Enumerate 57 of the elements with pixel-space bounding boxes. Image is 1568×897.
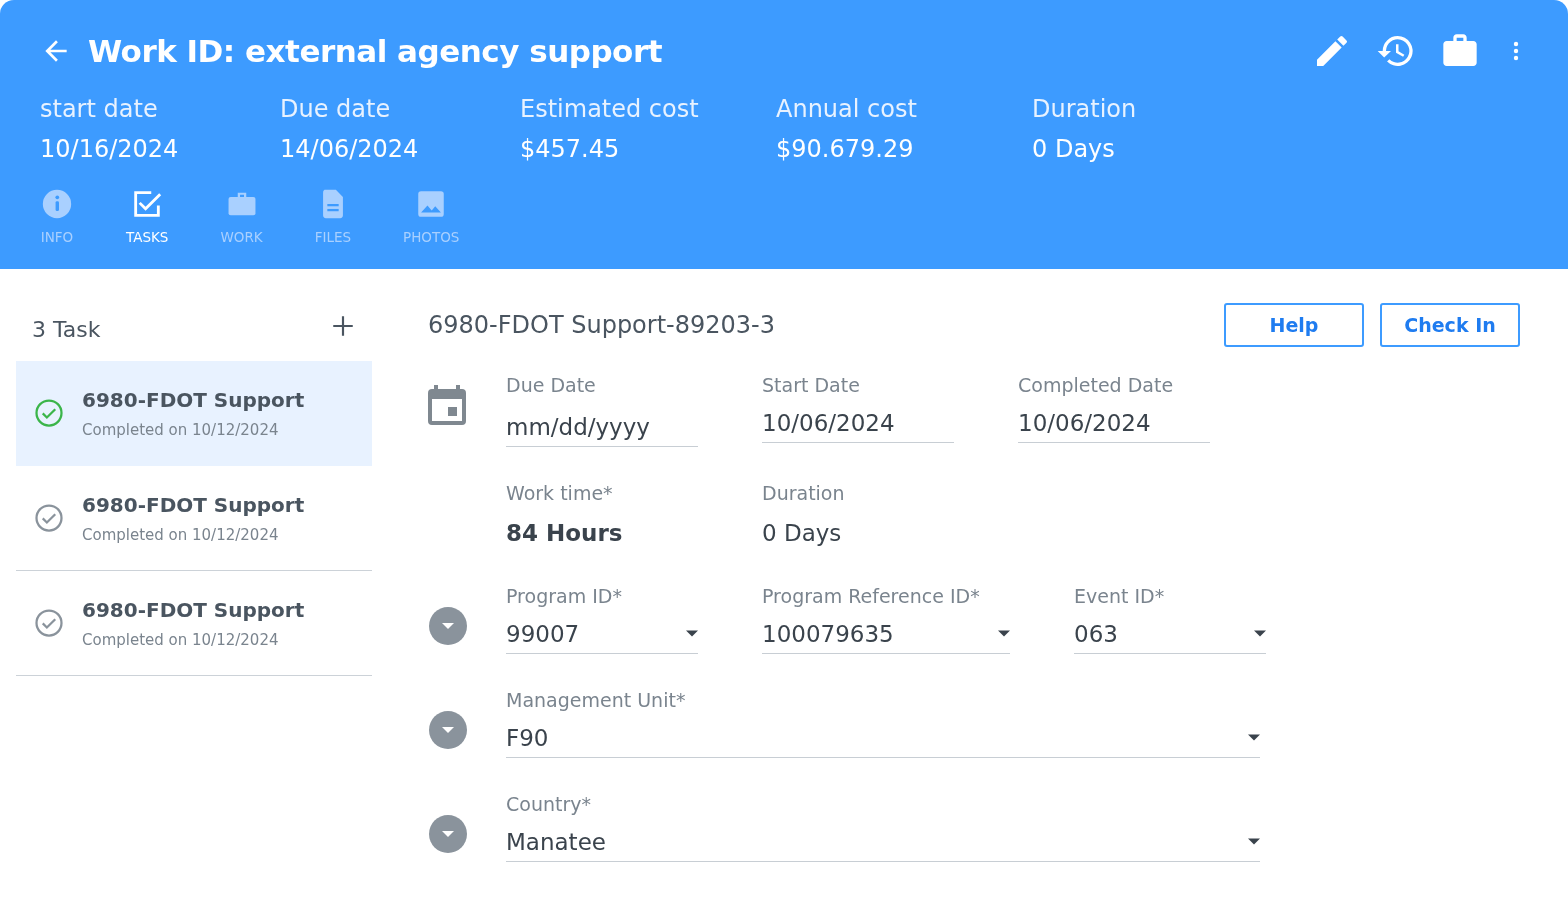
field-label: Due Date: [506, 373, 597, 398]
task-title: 6980-FDOT Support-89203-3: [428, 310, 775, 341]
select-field[interactable]: 063: [1074, 614, 1266, 654]
outline-button[interactable]: Check In: [1380, 303, 1520, 347]
stat-value: 0 Days: [1032, 133, 1116, 165]
dropdown-caret-icon: [686, 630, 698, 638]
field-label: Management Unit*: [506, 688, 687, 713]
field-label: Event ID*: [1074, 584, 1166, 609]
stat-label: Annual cost: [776, 93, 918, 125]
stat-value: $90.679.29: [776, 133, 915, 165]
task-name: 6980-FDOT Support: [82, 491, 305, 519]
date-field[interactable]: 10/06/2024: [1018, 403, 1210, 443]
stat-label: Estimated cost: [520, 93, 700, 125]
dropdown-caret-icon: [998, 630, 1010, 638]
task-subtitle: Completed on 10/12/2024: [82, 419, 280, 441]
select-field[interactable]: F90: [506, 718, 1260, 758]
stat-label: start date: [40, 93, 159, 125]
select-field[interactable]: Manatee: [506, 822, 1260, 862]
field-label: Country*: [506, 792, 592, 817]
page-title: Work ID: external agency support: [88, 32, 662, 71]
dropdown-circle-icon[interactable]: [428, 710, 468, 750]
date-field[interactable]: 10/06/2024: [762, 403, 954, 443]
add-icon[interactable]: [330, 313, 356, 339]
stat-label: Due date: [280, 93, 392, 125]
field-label: Start Date: [762, 373, 861, 398]
outline-button[interactable]: Help: [1224, 303, 1364, 347]
check-circle-icon: [34, 608, 64, 638]
field-label: Program ID*: [506, 584, 623, 609]
task-item[interactable]: 6980-FDOT Support Completed on 10/12/2024: [16, 361, 372, 466]
stat-value: 14/06/2024: [280, 133, 420, 165]
stat-value: 10/16/2024: [40, 133, 180, 165]
field-value: 84 Hours: [506, 518, 624, 548]
task-subtitle: Completed on 10/12/2024: [82, 629, 280, 651]
task-name: 6980-FDOT Support: [82, 596, 305, 624]
dropdown-caret-icon: [1248, 838, 1260, 846]
dropdown-circle-icon[interactable]: [428, 814, 468, 854]
stat-label: Duration: [1032, 93, 1138, 125]
dropdown-circle-icon[interactable]: [428, 606, 468, 646]
task-subtitle: Completed on 10/12/2024: [82, 524, 280, 546]
dropdown-caret-icon: [1254, 630, 1266, 638]
task-count-title: 3 Task: [32, 316, 101, 344]
stat-value: $457.45: [520, 133, 621, 165]
check-circle-icon: [34, 503, 64, 533]
field-label: Work time*: [506, 481, 614, 506]
field-label: Completed Date: [1018, 373, 1175, 398]
field-label: Duration: [762, 481, 846, 506]
dropdown-caret-icon: [1248, 734, 1260, 742]
task-item[interactable]: 6980-FDOT Support Completed on 10/12/2024: [16, 466, 372, 571]
select-field[interactable]: 100079635: [762, 614, 1010, 654]
check-circle-icon: [34, 398, 64, 428]
task-item[interactable]: 6980-FDOT Support Completed on 10/12/2024: [16, 571, 372, 676]
calendar-icon[interactable]: [428, 383, 466, 425]
select-field[interactable]: 99007: [506, 614, 698, 654]
field-value: 0 Days: [762, 518, 843, 548]
field-label: Program Reference ID*: [762, 584, 981, 609]
date-field[interactable]: mm/dd/yyyy: [506, 407, 698, 447]
task-name: 6980-FDOT Support: [82, 386, 305, 414]
